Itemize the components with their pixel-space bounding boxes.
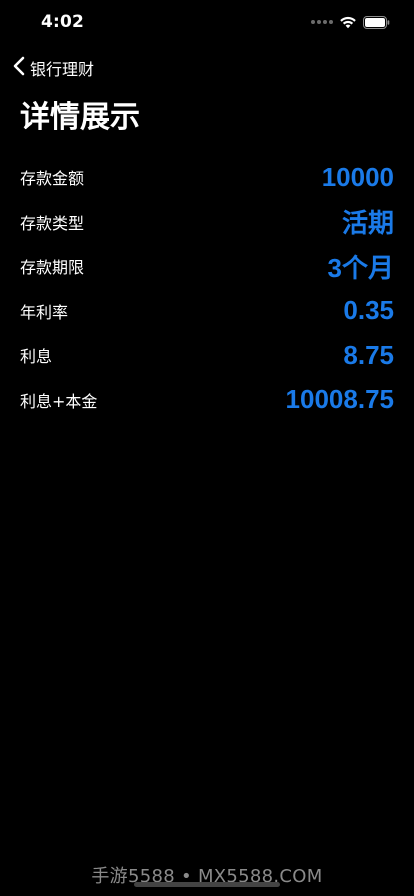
battery-icon xyxy=(363,15,390,29)
detail-label: 利息+本金 xyxy=(20,391,98,411)
detail-value: 10008.75 xyxy=(285,384,394,415)
detail-value: 3个月 xyxy=(327,252,394,283)
status-time: 4:02 xyxy=(41,12,85,32)
detail-row: 年利率 0.35 xyxy=(0,289,414,334)
detail-label: 利息 xyxy=(20,347,53,367)
detail-row: 存款金额 10000 xyxy=(0,155,414,200)
status-icons xyxy=(311,14,390,30)
page-title: 详情展示 xyxy=(20,100,140,135)
detail-label: 年利率 xyxy=(20,302,69,322)
detail-value: 活期 xyxy=(341,208,394,239)
detail-label: 存款金额 xyxy=(20,169,85,189)
detail-list: 存款金额 10000 存款类型 活期存款期限 3个月年利率 0.35 利息 8.75 利息+本金… xyxy=(0,155,414,422)
detail-row: 利息+本金 10008.75 xyxy=(0,378,414,423)
signal-icon xyxy=(311,20,333,24)
chevron-left-icon xyxy=(12,56,26,80)
detail-row: 存款类型 活期 xyxy=(0,200,414,245)
detail-value: 8.75 xyxy=(343,339,394,370)
detail-value: 10000 xyxy=(321,161,394,192)
detail-row: 存款期限 3个月 xyxy=(0,244,414,289)
detail-value: 0.35 xyxy=(343,295,394,326)
detail-row: 利息 8.75 xyxy=(0,333,414,378)
wifi-icon xyxy=(339,15,357,29)
home-indicator[interactable] xyxy=(134,882,280,887)
detail-label: 存款类型 xyxy=(20,213,85,233)
back-label: 银行理财 xyxy=(30,60,95,79)
back-button[interactable]: 银行理财 xyxy=(12,56,94,80)
status-bar: 4:02 xyxy=(0,0,414,46)
detail-label: 存款期限 xyxy=(20,258,85,278)
